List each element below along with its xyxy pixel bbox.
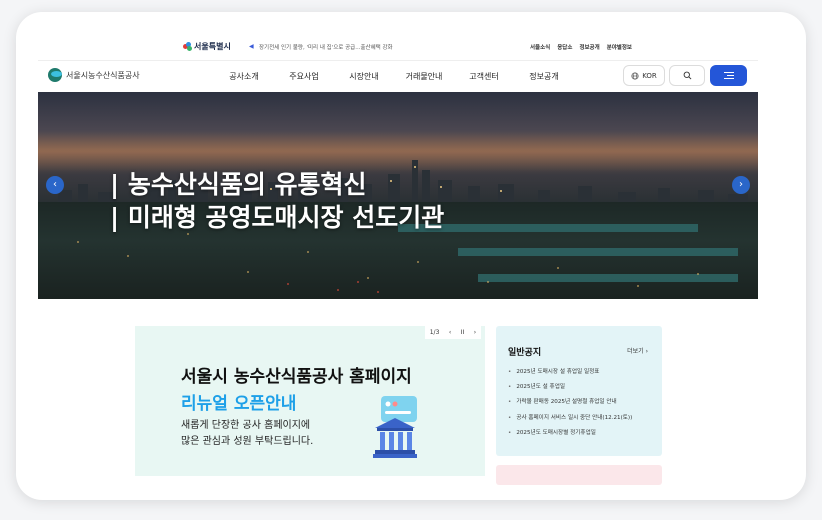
site-header: 서울시농수산식품공사 공사소개 주요사업 시장안내 거래물안내 고객센터 정보공…: [38, 60, 758, 90]
notice-title: 일반공지: [508, 348, 542, 358]
notice-item[interactable]: 공사 홈페이지 서비스 일시 중단 안내(12.21(토)): [508, 413, 632, 428]
popup-pause-button[interactable]: II: [461, 329, 465, 336]
menu-icon: [723, 72, 734, 79]
main-nav: 공사소개 주요사업 시장안내 거래물안내 고객센터 정보공개: [214, 71, 574, 82]
notice-item[interactable]: 2025년도 설 휴업일: [508, 382, 632, 397]
brand-mark-icon: [48, 68, 62, 82]
hero-banner: | 농수산식품의 유통혁신 | 미래형 공영도매시장 선도기관 ‹ ›: [38, 92, 758, 299]
notice-item[interactable]: 2025년도 도매시장별 정기휴업일: [508, 428, 632, 443]
utility-bar: 서울특별시 ◀ 장기전세 인기 불량, '미리 내 집'으로 공급...출산혜택…: [38, 40, 758, 56]
seoul-logo[interactable]: 서울특별시: [183, 41, 231, 52]
nav-item-about[interactable]: 공사소개: [214, 71, 274, 82]
utility-link-eungdapso[interactable]: 응답소: [557, 43, 572, 51]
hero-next-button[interactable]: ›: [732, 176, 750, 194]
popup-body: 새롭게 단장한 공사 홈페이지에 많은 관심과 성원 부탁드립니다.: [181, 418, 313, 450]
notice-list: 2025년 도매시장 설 휴업일 일정표 2025년도 설 휴업일 가락몰 판매…: [508, 367, 632, 443]
news-text: 장기전세 인기 불량, '미리 내 집'으로 공급...출산혜택 강화: [259, 45, 393, 51]
search-icon: [683, 71, 691, 80]
nav-item-garak-mall[interactable]: 거래물안내: [394, 71, 454, 82]
utility-link-field-info[interactable]: 분야별정보: [607, 43, 632, 51]
nav-item-business[interactable]: 주요사업: [274, 71, 334, 82]
hero-line-1: | 농수산식품의 유통혁신: [110, 170, 367, 199]
hero-headline: | 농수산식품의 유통혁신 | 미래형 공영도매시장 선도기관: [110, 168, 444, 234]
notice-item[interactable]: 2025년 도매시장 설 휴업일 일정표: [508, 367, 632, 382]
language-button[interactable]: KOR: [623, 65, 665, 86]
notice-more-link[interactable]: 더보기 ›: [627, 346, 648, 355]
menu-button[interactable]: [710, 65, 747, 86]
bank-building-icon: [373, 396, 417, 458]
popup-body-line-2: 많은 관심과 성원 부탁드립니다.: [181, 436, 314, 447]
seoul-logo-text: 서울특별시: [194, 42, 231, 51]
popup-subtitle: 리뉴얼 오픈안내: [181, 394, 297, 414]
renewal-popup[interactable]: 1/3 ‹ II › 서울시 농수산식품공사 홈페이지 리뉴얼 오픈안내 새롭게…: [135, 326, 485, 476]
popup-counter: 1/3: [429, 328, 440, 336]
hero-prev-button[interactable]: ‹: [46, 176, 64, 194]
utility-link-info-disclosure[interactable]: 정보공개: [579, 43, 599, 51]
popup-prev-button[interactable]: ‹: [449, 329, 451, 336]
popup-controls: 1/3 ‹ II ›: [425, 326, 481, 339]
nav-item-customer-center[interactable]: 고객센터: [454, 71, 514, 82]
notice-panel: 일반공지 더보기 › 2025년 도매시장 설 휴업일 일정표 2025년도 설…: [496, 326, 662, 456]
news-ticker[interactable]: ◀ 장기전세 인기 불량, '미리 내 집'으로 공급...출산혜택 강화: [249, 43, 393, 52]
brand-name: 서울시농수산식품공사: [66, 70, 140, 80]
popup-next-button[interactable]: ›: [474, 329, 476, 336]
hero-line-2: | 미래형 공영도매시장 선도기관: [110, 203, 445, 232]
nav-item-info-disclosure[interactable]: 정보공개: [514, 71, 574, 82]
utility-link-seoul-news[interactable]: 서울소식: [530, 43, 550, 51]
utility-links: 서울소식 응답소 정보공개 분야별정보: [530, 43, 632, 51]
notice-item[interactable]: 가락몰 판매동 2025년 설명절 휴업일 안내: [508, 397, 632, 412]
globe-icon: [631, 71, 639, 80]
search-button[interactable]: [669, 65, 705, 86]
popup-body-line-1: 새롭게 단장한 공사 홈페이지에: [181, 420, 311, 431]
seoul-logo-icon: [183, 42, 192, 51]
brand-logo[interactable]: 서울시농수산식품공사: [48, 68, 140, 82]
speaker-icon: ◀: [249, 43, 254, 50]
popup-title: 서울시 농수산식품공사 홈페이지: [181, 367, 412, 387]
nav-item-market[interactable]: 시장안내: [334, 71, 394, 82]
secondary-panel: [496, 465, 662, 485]
language-label: KOR: [642, 71, 657, 80]
